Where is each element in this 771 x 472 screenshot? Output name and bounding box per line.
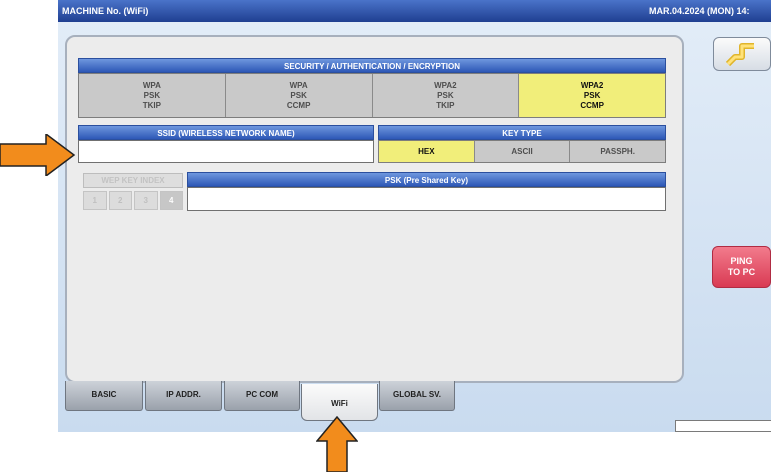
status-field [675,420,771,432]
return-arrow-icon [726,43,754,67]
annotation-arrow-up-icon [316,416,358,472]
security-options: WPA PSK TKIP WPA PSK CCMP WPA2 PSK TKIP … [78,73,666,118]
wep-key-1-button: 1 [83,191,107,210]
security-option-wpa-psk-ccmp[interactable]: WPA PSK CCMP [225,74,373,117]
option-line: PSK [583,90,601,100]
tab-global-sv[interactable]: GLOBAL SV. [379,381,455,411]
option-line: TKIP [436,100,455,110]
key-type-header: KEY TYPE [378,125,666,140]
option-line: CCMP [286,100,311,110]
back-button[interactable] [713,37,771,71]
annotation-arrow-right-icon [0,134,76,176]
key-type-ascii-button[interactable]: ASCII [474,141,571,162]
ssid-header: SSID (WIRELESS NETWORK NAME) [78,125,374,140]
ping-label: PING [730,256,753,266]
option-line: CCMP [580,100,604,110]
ping-label-2: TO PC [727,267,756,277]
option-line: TKIP [142,100,161,110]
wep-key-4-button: 4 [159,191,183,210]
option-line: WPA [289,80,308,90]
machine-screen: MACHINE No. (WiFi) MAR.04.2024 (MON) 14:… [58,0,771,432]
option-line: WPA2 [580,80,604,90]
wep-key-3-button: 3 [134,191,158,210]
security-option-wpa2-psk-tkip[interactable]: WPA2 PSK TKIP [372,74,520,117]
window-title: MACHINE No. (WiFi) [62,6,149,16]
key-type-options: HEX ASCII PASSPH. [378,140,666,163]
ssid-input[interactable] [78,140,374,163]
ping-to-pc-button[interactable]: PING TO PC [712,246,771,288]
date-time: MAR.04.2024 (MON) 14: [649,6,750,16]
psk-header: PSK (Pre Shared Key) [187,172,666,187]
security-option-wpa-psk-tkip[interactable]: WPA PSK TKIP [79,74,226,117]
option-line: PSK [437,90,454,100]
option-line: WPA2 [434,80,457,90]
tab-basic[interactable]: BASIC [65,381,143,411]
option-line: WPA [142,80,161,90]
wep-key-index-label: WEP KEY INDEX [83,173,183,188]
option-line: PSK [290,90,307,100]
tab-pc-com[interactable]: PC COM [224,381,300,411]
wep-key-index-buttons: 1 2 3 4 [83,191,183,210]
key-type-passphrase-button[interactable]: PASSPH. [570,141,666,162]
title-bar: MACHINE No. (WiFi) MAR.04.2024 (MON) 14: [58,0,771,22]
psk-input[interactable] [187,187,666,211]
option-line: PSK [143,90,161,100]
key-type-hex-button[interactable]: HEX [379,141,475,162]
security-option-wpa2-psk-ccmp[interactable]: WPA2 PSK CCMP [519,74,665,117]
wep-key-2-button: 2 [108,191,132,210]
security-header: SECURITY / AUTHENTICATION / ENCRYPTION [78,58,666,73]
tab-ip-addr[interactable]: IP ADDR. [145,381,222,411]
